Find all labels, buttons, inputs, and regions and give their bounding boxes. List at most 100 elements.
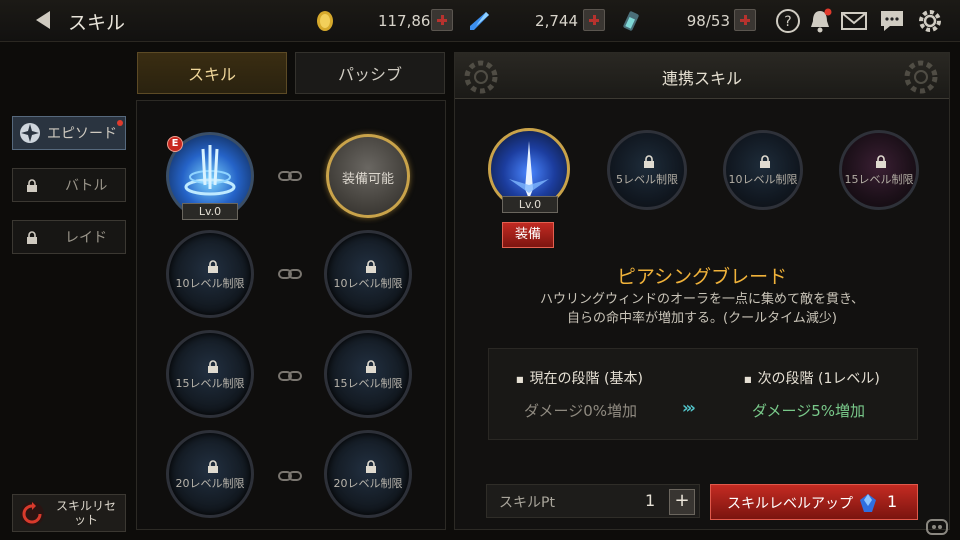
skill-reset-button[interactable]: スキルリセット: [12, 494, 126, 532]
gold-currency: 117,862: [314, 8, 440, 34]
lock-icon: [208, 460, 218, 473]
add-crystal-button[interactable]: [583, 9, 605, 31]
skill-node-locked[interactable]: 20レベル制限: [324, 430, 412, 518]
lock-icon: [27, 231, 37, 244]
blade-icon: [509, 141, 549, 199]
lock-icon: [644, 155, 654, 168]
skill-description-line: 自らの命中率が増加する。(クールタイム減少): [567, 311, 837, 326]
next-stage-label-text: 次の段階 (1レベル): [757, 371, 880, 387]
unlock-requirement: 20レベル制限: [333, 477, 403, 490]
crystal-currency: 2,744: [468, 8, 578, 34]
tab-skill[interactable]: スキル: [137, 52, 287, 94]
settings-gear-icon[interactable]: [916, 7, 944, 35]
top-bar: スキル 117,862 2,744 98/53 ?: [0, 0, 960, 42]
chat-icon[interactable]: [878, 7, 906, 35]
chain-link-icon: [278, 269, 302, 279]
stage-comparison: [488, 348, 918, 440]
sidebar-item-label: レイド: [65, 230, 107, 246]
bullet-icon: ■: [744, 374, 752, 384]
current-stage-value: ダメージ0%増加: [524, 402, 638, 420]
linked-skill-title: 連携スキル: [661, 69, 742, 88]
stamina-vial-icon: [623, 11, 639, 31]
lock-icon: [366, 460, 376, 473]
stamina-currency: 98/53: [620, 8, 730, 34]
back-arrow-icon[interactable]: [32, 8, 56, 32]
mail-icon[interactable]: [840, 7, 868, 35]
skill-description-line: ハウリングウィンドのオーラを一点に集めて敵を貫き、: [539, 292, 865, 307]
sidebar-item-battle[interactable]: バトル: [12, 168, 126, 202]
unlock-requirement: 15レベル制限: [333, 377, 403, 390]
equip-available-label: 装備可能: [341, 172, 394, 187]
chain-link-icon: [278, 171, 302, 181]
reset-arrow-icon: [20, 502, 44, 526]
crystal-value: 2,744: [535, 12, 578, 30]
skill-node-equip-available[interactable]: 装備可能: [326, 134, 410, 218]
sidebar-item-raid[interactable]: レイド: [12, 220, 126, 254]
skill-node-locked[interactable]: 15レベル制限: [166, 330, 254, 418]
skill-points-box: スキルPt 1 +: [486, 484, 700, 518]
skill-node-locked[interactable]: 20レベル制限: [166, 430, 254, 518]
equip-button[interactable]: 装備: [502, 222, 554, 248]
sidebar-item-label: エピソード: [47, 126, 117, 142]
lock-icon: [27, 179, 37, 192]
level-up-cost: 1: [887, 492, 898, 511]
level-badge: Lv.0: [502, 196, 558, 213]
skill-node-locked[interactable]: 10レベル制限: [324, 230, 412, 318]
lock-icon: [366, 260, 376, 273]
level-badge: Lv.0: [182, 203, 238, 220]
unlock-requirement: 10レベル制限: [728, 173, 798, 186]
skill-points-label: スキルPt: [499, 495, 555, 511]
compass-star-icon: [20, 123, 40, 143]
lock-icon: [876, 155, 886, 168]
notification-bell-icon[interactable]: [806, 7, 834, 35]
chain-link-icon: [278, 471, 302, 481]
current-stage-label: ■ 現在の段階 (基本): [516, 368, 643, 388]
add-skill-point-button[interactable]: +: [669, 489, 695, 515]
lock-icon: [760, 155, 770, 168]
current-stage-label-text: 現在の段階 (基本): [529, 371, 643, 387]
linked-skill-locked[interactable]: 5レベル制限: [607, 130, 687, 210]
new-badge: [117, 120, 123, 126]
linked-skill-locked[interactable]: 15レベル制限: [839, 130, 919, 210]
lock-icon: [208, 260, 218, 273]
chain-link-icon: [278, 371, 302, 381]
blue-crystal-icon: [470, 12, 489, 30]
add-gold-button[interactable]: [431, 9, 453, 31]
skill-description: ハウリングウィンドのオーラを一点に集めて敵を貫き、 自らの命中率が増加する。(ク…: [454, 290, 950, 328]
skill-name: ピアシングブレード: [616, 266, 788, 288]
linked-skill-header: 連携スキル: [455, 53, 949, 99]
next-stage-value: ダメージ5%増加: [752, 402, 866, 420]
level-up-label: スキルレベルアップ: [727, 496, 853, 512]
site-logo-icon: [926, 519, 948, 535]
add-stamina-button[interactable]: [734, 9, 756, 31]
linked-skill-locked[interactable]: 10レベル制限: [723, 130, 803, 210]
skill-node-locked[interactable]: 15レベル制限: [324, 330, 412, 418]
unlock-requirement: 10レベル制限: [333, 277, 403, 290]
blue-gem-icon: [860, 494, 876, 512]
unlock-requirement: 15レベル制限: [844, 173, 914, 186]
unlock-requirement: 15レベル制限: [175, 377, 245, 390]
skill-points-value: 1: [645, 491, 656, 510]
reset-label: スキルリセット: [55, 499, 116, 527]
page-title: スキル: [68, 12, 126, 34]
stamina-value: 98/53: [686, 12, 730, 30]
equipped-badge: E: [167, 136, 183, 152]
skill-level-up-button[interactable]: スキルレベルアップ 1: [710, 484, 918, 520]
lock-icon: [208, 360, 218, 373]
tab-passive[interactable]: パッシブ: [295, 52, 445, 94]
lock-icon: [366, 360, 376, 373]
unlock-requirement: 10レベル制限: [175, 277, 245, 290]
bullet-icon: ■: [516, 374, 524, 384]
help-icon[interactable]: ?: [774, 7, 802, 35]
gold-coin-icon: [317, 11, 333, 31]
next-stage-label: ■ 次の段階 (1レベル): [744, 368, 880, 388]
gold-value: 117,862: [377, 12, 440, 30]
wind-blades-icon: [184, 145, 236, 196]
progress-arrows-icon: ›››: [682, 398, 696, 417]
sidebar-item-episode[interactable]: エピソード: [12, 116, 126, 150]
svg-text:?: ?: [784, 14, 791, 30]
sidebar-item-label: バトル: [65, 178, 108, 194]
unlock-requirement: 5レベル制限: [616, 173, 678, 186]
unlock-requirement: 20レベル制限: [175, 477, 245, 490]
skill-node-locked[interactable]: 10レベル制限: [166, 230, 254, 318]
